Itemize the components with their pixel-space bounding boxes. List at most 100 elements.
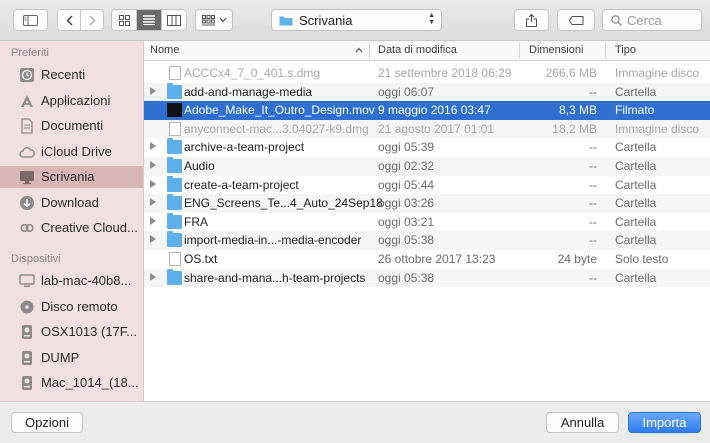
back-forward-control	[57, 9, 104, 31]
disclosure-triangle-icon[interactable]	[150, 161, 156, 169]
file-row[interactable]: share-and-mana...h-team-projects oggi 05…	[144, 268, 710, 288]
file-list: Nome Data di modifica Dimensioni Tipo AC…	[144, 41, 710, 401]
sidebar-item-recenti[interactable]: Recenti	[0, 64, 143, 86]
sidebar: Preferiti Recenti Applicazioni Documenti…	[0, 41, 144, 401]
folder-icon	[167, 175, 182, 192]
text-file-icon	[169, 252, 181, 266]
folder-icon	[167, 157, 182, 173]
view-mode-control	[111, 9, 187, 31]
file-row[interactable]: ACCCx4_7_0_401.s.dmg 21 settembre 2018 0…	[144, 64, 710, 83]
chevron-down-icon	[219, 17, 226, 23]
devices-header: Dispositivi	[11, 253, 61, 265]
column-header-name[interactable]: Nome	[150, 44, 179, 56]
sidebar-toggle-button[interactable]	[13, 9, 48, 31]
sidebar-item-creative-cloud[interactable]: Creative Cloud...	[0, 217, 143, 239]
file-icon	[169, 66, 181, 80]
chevron-right-icon	[89, 14, 96, 26]
folder-icon	[279, 16, 293, 25]
file-row[interactable]: Audio oggi 02:32 -- Cartella	[144, 157, 710, 176]
list-view-button[interactable]	[137, 10, 162, 30]
file-row[interactable]: create-a-team-project oggi 05:44 -- Cart…	[144, 175, 710, 195]
file-row[interactable]: FRA oggi 03:21 -- Cartella	[144, 212, 710, 232]
search-icon	[611, 14, 622, 26]
column-header-size[interactable]: Dimensioni	[529, 44, 583, 56]
cancel-button[interactable]: Annulla	[546, 412, 619, 433]
sidebar-icon	[23, 14, 38, 26]
file-row[interactable]: Adobe_Make_It_Outro_Design.mov 9 maggio …	[144, 101, 710, 120]
toolbar: Scrivania ▲ ▼ Cerca	[0, 0, 710, 41]
disclosure-triangle-icon[interactable]	[150, 86, 156, 95]
drive-icon	[19, 350, 35, 366]
desktop-icon	[19, 169, 35, 185]
disclosure-triangle-icon[interactable]	[150, 179, 156, 188]
download-icon	[19, 195, 35, 211]
document-icon	[19, 118, 35, 134]
back-button[interactable]	[58, 10, 82, 30]
disclosure-triangle-icon[interactable]	[150, 235, 156, 244]
column-divider	[605, 43, 606, 58]
clock-icon	[19, 67, 35, 83]
disclosure-triangle-icon[interactable]	[150, 216, 156, 225]
folder-icon	[167, 138, 182, 155]
column-divider	[369, 43, 370, 58]
chevron-left-icon	[66, 14, 73, 26]
applications-icon	[19, 93, 35, 109]
arrange-grid-icon	[201, 14, 215, 25]
disclosure-triangle-icon[interactable]	[150, 272, 156, 281]
columns-icon	[166, 14, 181, 26]
list-icon	[143, 15, 155, 25]
arrange-button[interactable]	[195, 9, 233, 31]
grid-icon	[118, 14, 130, 26]
file-dialog: Scrivania ▲ ▼ Cerca Preferiti Recenti App…	[0, 0, 710, 443]
location-label: Scrivania	[299, 12, 353, 28]
creative-cloud-icon	[19, 220, 35, 236]
column-header-date[interactable]: Data di modifica	[378, 44, 457, 56]
disclosure-triangle-icon[interactable]	[150, 198, 156, 207]
search-placeholder: Cerca	[627, 12, 662, 28]
file-row[interactable]: import-media-in...-media-encoder oggi 05…	[144, 231, 710, 250]
sidebar-item-icloud-drive[interactable]: iCloud Drive	[0, 141, 143, 163]
up-down-arrows-icon: ▲ ▼	[428, 12, 435, 26]
drive-icon	[19, 375, 35, 391]
file-icon	[169, 121, 181, 136]
sidebar-item-documenti[interactable]: Documenti	[0, 115, 143, 137]
file-row[interactable]: anyconnect-mac...3.04027-k9.dmg 21 agost…	[144, 119, 710, 139]
sidebar-item-scrivania[interactable]: Scrivania	[0, 166, 143, 188]
location-popup[interactable]: Scrivania ▲ ▼	[271, 9, 442, 31]
sidebar-item-applicazioni[interactable]: Applicazioni	[0, 90, 143, 112]
sidebar-item-dump[interactable]: DUMP	[0, 347, 143, 369]
sidebar-item-mac-1014[interactable]: Mac_1014_(18...	[0, 372, 143, 394]
column-divider	[519, 43, 520, 58]
column-header-kind[interactable]: Tipo	[615, 44, 636, 56]
cloud-icon	[19, 144, 35, 160]
file-row[interactable]: ENG_Screens_Te...4_Auto_24Sep18 oggi 03:…	[144, 194, 710, 213]
options-button[interactable]: Opzioni	[11, 412, 83, 433]
icon-view-button[interactable]	[112, 10, 138, 30]
movie-icon	[167, 103, 182, 118]
sidebar-item-disco-remoto[interactable]: Disco remoto	[0, 296, 143, 318]
sidebar-item-lab-mac[interactable]: lab-mac-40b8...	[0, 270, 143, 292]
tag-icon	[568, 15, 583, 25]
share-button[interactable]	[514, 9, 549, 31]
file-row[interactable]: OS.txt 26 ottobre 2017 13:23 24 byte Sol…	[144, 250, 710, 269]
drive-icon	[19, 324, 35, 340]
folder-icon	[167, 212, 182, 229]
file-row[interactable]: add-and-manage-media oggi 06:07 -- Carte…	[144, 82, 710, 102]
forward-button[interactable]	[81, 10, 103, 30]
import-button[interactable]: Importa	[628, 412, 701, 433]
computer-icon	[19, 273, 35, 289]
folder-icon	[167, 82, 182, 99]
disclosure-triangle-icon[interactable]	[150, 142, 156, 151]
tags-button[interactable]	[557, 9, 595, 31]
folder-icon	[167, 231, 182, 248]
column-view-button[interactable]	[161, 10, 186, 30]
sidebar-item-osx1013[interactable]: OSX1013 (17F...	[0, 321, 143, 343]
search-field[interactable]: Cerca	[602, 9, 702, 31]
sidebar-item-download[interactable]: Download	[0, 192, 143, 214]
favorites-header: Preferiti	[11, 47, 49, 59]
folder-icon	[167, 268, 182, 285]
dialog-footer: Opzioni Annulla Importa	[0, 401, 710, 443]
file-row[interactable]: archive-a-team-project oggi 05:39 -- Car…	[144, 138, 710, 157]
disc-icon	[19, 299, 35, 315]
folder-icon	[167, 194, 182, 211]
